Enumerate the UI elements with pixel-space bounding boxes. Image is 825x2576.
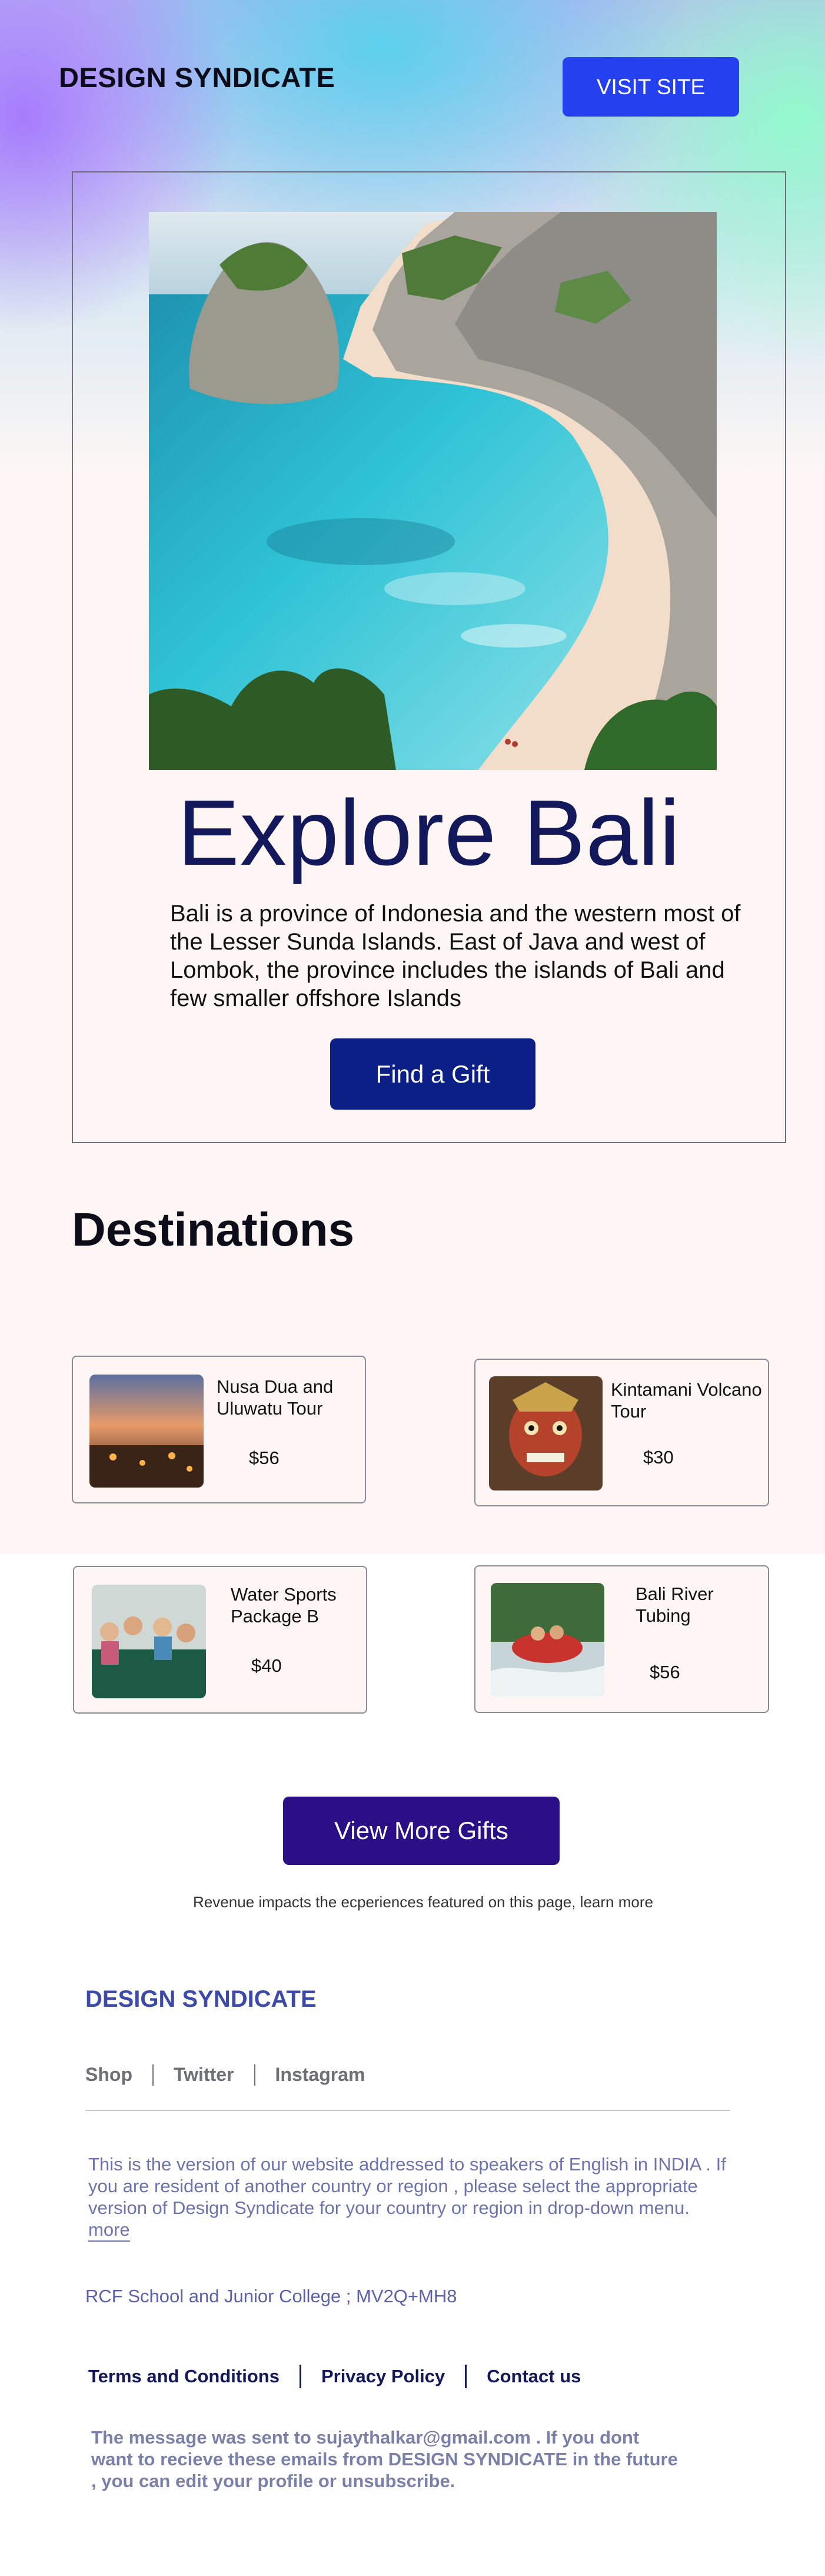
destination-card-nusa-dua[interactable]: Nusa Dua and Uluwatu Tour $56 bbox=[72, 1356, 366, 1503]
legal-divider bbox=[299, 2365, 301, 2388]
barong-mask-image bbox=[489, 1376, 603, 1491]
destinations-heading: Destinations bbox=[72, 1203, 355, 1256]
region-notice: This is the version of our website addre… bbox=[88, 2153, 759, 2242]
twitter-link[interactable]: Twitter bbox=[174, 2064, 234, 2086]
revenue-note[interactable]: Revenue impacts the ecperiences featured… bbox=[0, 1893, 825, 1911]
social-links: Shop Twitter Instagram bbox=[85, 2064, 365, 2086]
footer-divider bbox=[85, 2110, 730, 2111]
view-more-gifts-button[interactable]: View More Gifts bbox=[283, 1797, 560, 1865]
footer-address: RCF School and Junior College ; MV2Q+MH8 bbox=[85, 2286, 457, 2306]
footer-brand[interactable]: DESIGN SYNDICATE bbox=[85, 1986, 317, 2013]
destination-price: $30 bbox=[643, 1447, 674, 1468]
instagram-link[interactable]: Instagram bbox=[275, 2064, 365, 2086]
destination-price: $56 bbox=[650, 1662, 680, 1682]
link-divider bbox=[152, 2064, 154, 2086]
visit-site-button[interactable]: VISIT SITE bbox=[563, 57, 739, 117]
privacy-link[interactable]: Privacy Policy bbox=[321, 2366, 445, 2387]
legal-divider bbox=[465, 2365, 467, 2388]
destination-name: Nusa Dua and Uluwatu Tour bbox=[217, 1376, 334, 1419]
destination-thumbnail bbox=[489, 1376, 603, 1491]
sunset-dinner-image bbox=[89, 1375, 204, 1488]
brand-logo[interactable]: DESIGN SYNDICATE bbox=[59, 61, 335, 94]
destination-name: Bali River Tubing bbox=[636, 1584, 714, 1626]
river-rafting-image bbox=[491, 1583, 604, 1697]
shop-link[interactable]: Shop bbox=[85, 2064, 132, 2086]
hero-description: Bali is a province of Indonesia and the … bbox=[170, 901, 741, 1011]
destination-thumbnail bbox=[89, 1375, 204, 1488]
contact-link[interactable]: Contact us bbox=[487, 2366, 581, 2387]
destination-price: $56 bbox=[249, 1448, 280, 1468]
beach-illustration bbox=[149, 212, 717, 770]
destination-card-water-sports[interactable]: Water Sports Package B $40 bbox=[73, 1566, 367, 1714]
terms-link[interactable]: Terms and Conditions bbox=[88, 2366, 280, 2387]
region-notice-text: This is the version of our website addre… bbox=[88, 2154, 726, 2218]
destination-name: Kintamani Volcano Tour bbox=[611, 1379, 762, 1422]
find-gift-button[interactable]: Find a Gift bbox=[330, 1038, 535, 1110]
destination-name: Water Sports Package B bbox=[231, 1584, 337, 1626]
link-divider bbox=[254, 2064, 255, 2086]
destination-price: $40 bbox=[251, 1655, 282, 1676]
hero-beach-image bbox=[149, 212, 717, 770]
destination-thumbnail bbox=[491, 1583, 604, 1697]
destination-card-kintamani[interactable]: Kintamani Volcano Tour $30 bbox=[474, 1359, 769, 1506]
more-link[interactable]: more bbox=[88, 2219, 130, 2242]
unsubscribe-notice: The message was sent to sujaythalkar@gma… bbox=[91, 2427, 678, 2491]
hero-title: Explore Bali bbox=[177, 781, 681, 885]
destination-card-river-tubing[interactable]: Bali River Tubing $56 bbox=[474, 1565, 769, 1713]
legal-links: Terms and Conditions Privacy Policy Cont… bbox=[88, 2365, 581, 2388]
boat-group-image bbox=[92, 1585, 206, 1698]
destination-thumbnail bbox=[92, 1585, 206, 1698]
